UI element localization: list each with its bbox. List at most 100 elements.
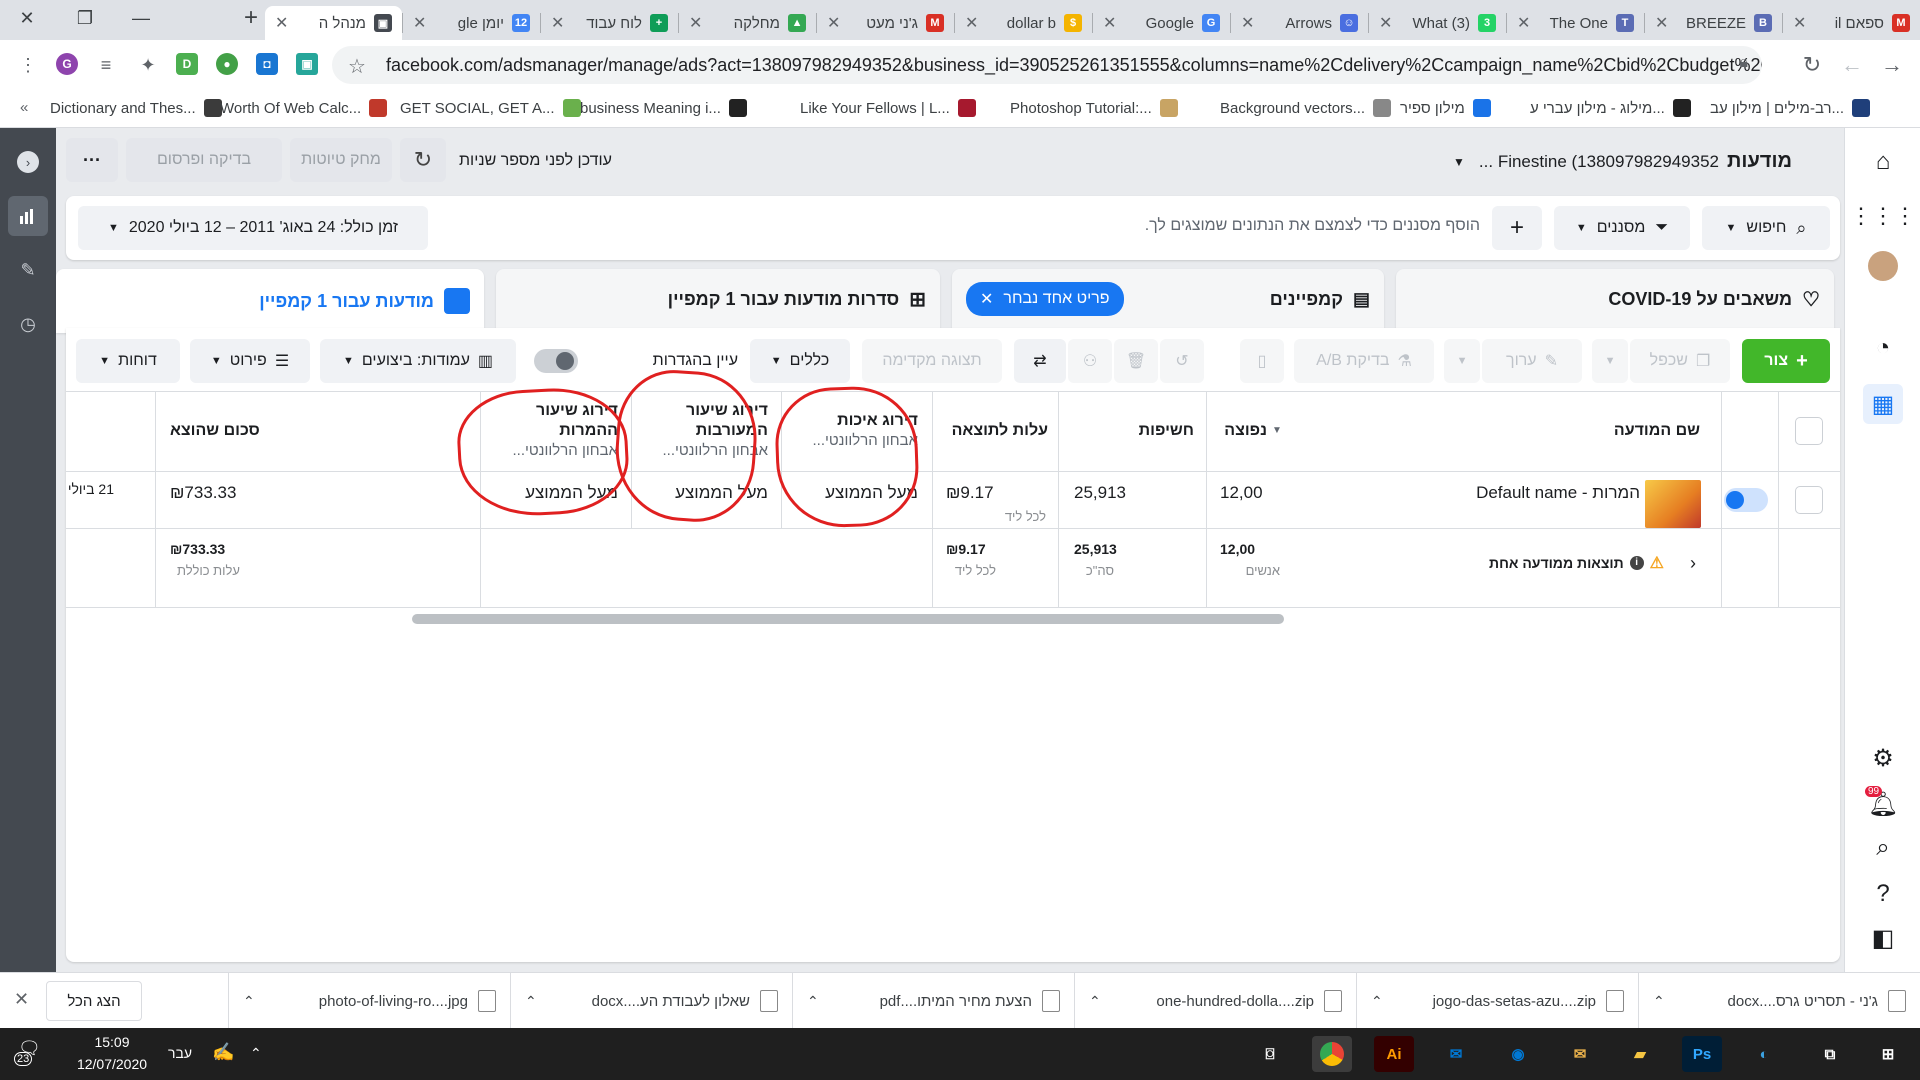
bookmark-item[interactable]: מילון ספיר [1400, 99, 1491, 117]
download-item[interactable]: ג'ני - תסריט גרס....docx ⌃ [1638, 973, 1920, 1029]
browser-tab[interactable]: + לוח עבוד ✕ [541, 6, 678, 40]
reload-icon[interactable]: ↻ [1800, 52, 1824, 77]
breakdown-button[interactable]: ☰ פירוט ▼ [190, 339, 310, 383]
bookmark-item[interactable]: Worth Of Web Calc... [220, 99, 388, 117]
bookmark-item[interactable]: GET SOCIAL, GET A... [400, 99, 581, 117]
clipboard-icon[interactable]: ▯ [1240, 339, 1284, 383]
clock-icon[interactable]: ◷ [8, 304, 48, 344]
close-tab-icon[interactable]: ✕ [965, 13, 978, 33]
filters-button[interactable]: ⏷ מסננים ▼ [1554, 206, 1690, 250]
tab-ads[interactable]: מודעות עבור 1 קמפיין [56, 269, 484, 333]
browser-tab[interactable]: 3 (3) What ✕ [1369, 6, 1506, 40]
ad-status-toggle[interactable] [1724, 488, 1768, 512]
extension-blue-icon[interactable]: ◘ [256, 53, 278, 75]
browser-tab[interactable]: B BREEZE ✕ [1645, 6, 1782, 40]
more-options-button[interactable]: ··· [66, 138, 118, 182]
rules-button[interactable]: כללים ▼ [750, 339, 850, 383]
bookmark-item[interactable]: Like Your Fellows | L... [800, 99, 976, 117]
side-panel-icon[interactable]: ◧ [1863, 918, 1903, 958]
ads-table-icon[interactable]: ▦ [1863, 384, 1903, 424]
pencil-icon[interactable]: ✎ [8, 250, 48, 290]
app-grid-icon[interactable]: ⋮⋮⋮ [1850, 196, 1916, 236]
close-tab-icon[interactable]: ✕ [1103, 13, 1116, 33]
create-button[interactable]: + צור [1742, 339, 1830, 383]
camera-icon[interactable]: ⌼ [1250, 1036, 1290, 1072]
reading-list-icon[interactable]: ≡ [94, 53, 118, 77]
bookmark-item[interactable]: Background vectors... [1220, 99, 1392, 117]
close-icon[interactable]: ✕ [980, 289, 993, 309]
view-settings-toggle[interactable] [534, 349, 578, 373]
close-window-icon[interactable]: ✕ [4, 0, 50, 36]
audience-icon[interactable]: ⚇ [1068, 339, 1112, 383]
browser-tab[interactable]: ☺ Arrows ✕ [1231, 6, 1368, 40]
chevron-up-icon[interactable]: ⌃ [1371, 993, 1383, 1010]
extension-d-icon[interactable]: D [176, 53, 198, 75]
selected-chip[interactable]: פריט אחד נבחר ✕ [966, 282, 1124, 316]
extensions-puzzle-icon[interactable]: ✦ [136, 53, 160, 77]
close-tab-icon[interactable]: ✕ [827, 13, 840, 33]
download-item[interactable]: הצעת מחיר המיתו....pdf ⌃ [792, 973, 1074, 1029]
pen-icon[interactable]: ✍ [212, 1042, 234, 1063]
download-item[interactable]: one-hundred-dolla....zip ⌃ [1074, 973, 1356, 1029]
close-icon[interactable]: ✕ [14, 989, 29, 1010]
horizontal-scrollbar[interactable] [412, 614, 1284, 624]
minimize-window-icon[interactable]: — [118, 0, 164, 36]
mail-icon[interactable]: ✉ [1436, 1036, 1476, 1072]
search-button[interactable]: ⌕ חיפוש ▼ [1702, 206, 1830, 250]
download-item[interactable]: photo-of-living-ro....jpg ⌃ [228, 973, 510, 1029]
close-tab-icon[interactable]: ✕ [275, 13, 288, 33]
col-header-name[interactable]: שם המודעה [1400, 421, 1700, 441]
bookmark-item[interactable]: Dictionary and Thes... [50, 99, 222, 117]
download-item[interactable]: jogo-das-setas-azu....zip ⌃ [1356, 973, 1638, 1029]
clock-time[interactable]: 15:09 [74, 1034, 150, 1050]
close-tab-icon[interactable]: ✕ [1379, 13, 1392, 33]
col-header-impressions[interactable]: חשיפות [1068, 421, 1194, 441]
browser-tab[interactable]: $ dollar b ✕ [955, 6, 1092, 40]
ab-test-button[interactable]: ⚗ בדיקת A/B [1294, 339, 1434, 383]
filter-placeholder[interactable]: הוסף מסננים כדי לצמצם את הנתונים שמוצגים… [1145, 217, 1480, 235]
tray-chevron-icon[interactable]: ⌃ [250, 1045, 262, 1062]
undo-icon[interactable]: ↺ [1160, 339, 1204, 383]
trash-icon[interactable]: 🗑︎ [1114, 339, 1158, 383]
compare-icon[interactable]: ⇄ [1014, 339, 1066, 383]
download-item[interactable]: שאלון לעבודת הע....docx ⌃ [510, 973, 792, 1029]
notifications-bell-icon[interactable]: 🔔︎ 99 [1863, 784, 1903, 824]
refresh-button[interactable]: ↻ [400, 138, 446, 182]
row-checkbox[interactable] [1795, 486, 1823, 514]
browser-tab[interactable]: T The One ✕ [1507, 6, 1644, 40]
edit-dropdown[interactable]: ▼ [1444, 339, 1480, 383]
close-tab-icon[interactable]: ✕ [1793, 13, 1806, 33]
add-filter-button[interactable]: + [1492, 206, 1542, 250]
tab-campaigns[interactable]: ▤ קמפיינים פריט אחד נבחר ✕ [952, 269, 1384, 329]
info-icon[interactable]: i [1629, 556, 1644, 570]
notification-center-icon[interactable]: 🗨︎ 23 [14, 1038, 41, 1066]
more-bookmarks-icon[interactable]: « [20, 99, 28, 116]
browser-tab[interactable]: ▲ מחלקה ✕ [679, 6, 816, 40]
close-tab-icon[interactable]: ✕ [1517, 13, 1530, 33]
photoshop-icon[interactable]: Ps [1682, 1036, 1722, 1072]
browser-tab[interactable]: M ספאם il ✕ [1783, 6, 1920, 40]
omnibox[interactable]: ☆ facebook.com/adsmanager/manage/ads?act… [332, 46, 1762, 84]
edit-button[interactable]: ✎ ערוך [1482, 339, 1582, 383]
col-header-spent[interactable]: סכום שהוצא [170, 421, 466, 441]
edge-icon[interactable]: ◐ [1744, 1036, 1784, 1072]
browser-tab[interactable]: G Google ✕ [1093, 6, 1230, 40]
bookmark-star-icon[interactable]: ☆ [348, 54, 366, 79]
col-header-cpr[interactable]: עלות לתוצאה [944, 421, 1048, 441]
review-publish-button[interactable]: בדיקה ופרסום [126, 138, 282, 182]
help-icon[interactable]: ? [1863, 874, 1903, 914]
bookmark-item[interactable]: Photoshop Tutorial:... [1010, 99, 1178, 117]
chevron-up-icon[interactable]: ⌃ [1653, 993, 1665, 1010]
chevron-up-icon[interactable]: ⌃ [807, 993, 819, 1010]
windows-start-icon[interactable]: ⊞ [1868, 1036, 1908, 1072]
settings-gear-icon[interactable]: ⚙ [1863, 738, 1903, 778]
close-tab-icon[interactable]: ✕ [1655, 13, 1668, 33]
lock-icon[interactable]: 🔒︎ [1739, 54, 1748, 72]
search-icon[interactable]: ⌕ [1863, 828, 1903, 868]
new-tab-button[interactable]: + [228, 0, 274, 36]
close-tab-icon[interactable]: ✕ [689, 13, 702, 33]
expand-chevron-icon[interactable]: › [1690, 553, 1696, 574]
restore-window-icon[interactable]: ❐ [62, 0, 108, 36]
duplicate-dropdown[interactable]: ▼ [1592, 339, 1628, 383]
chevron-up-icon[interactable]: ⌃ [525, 993, 537, 1010]
